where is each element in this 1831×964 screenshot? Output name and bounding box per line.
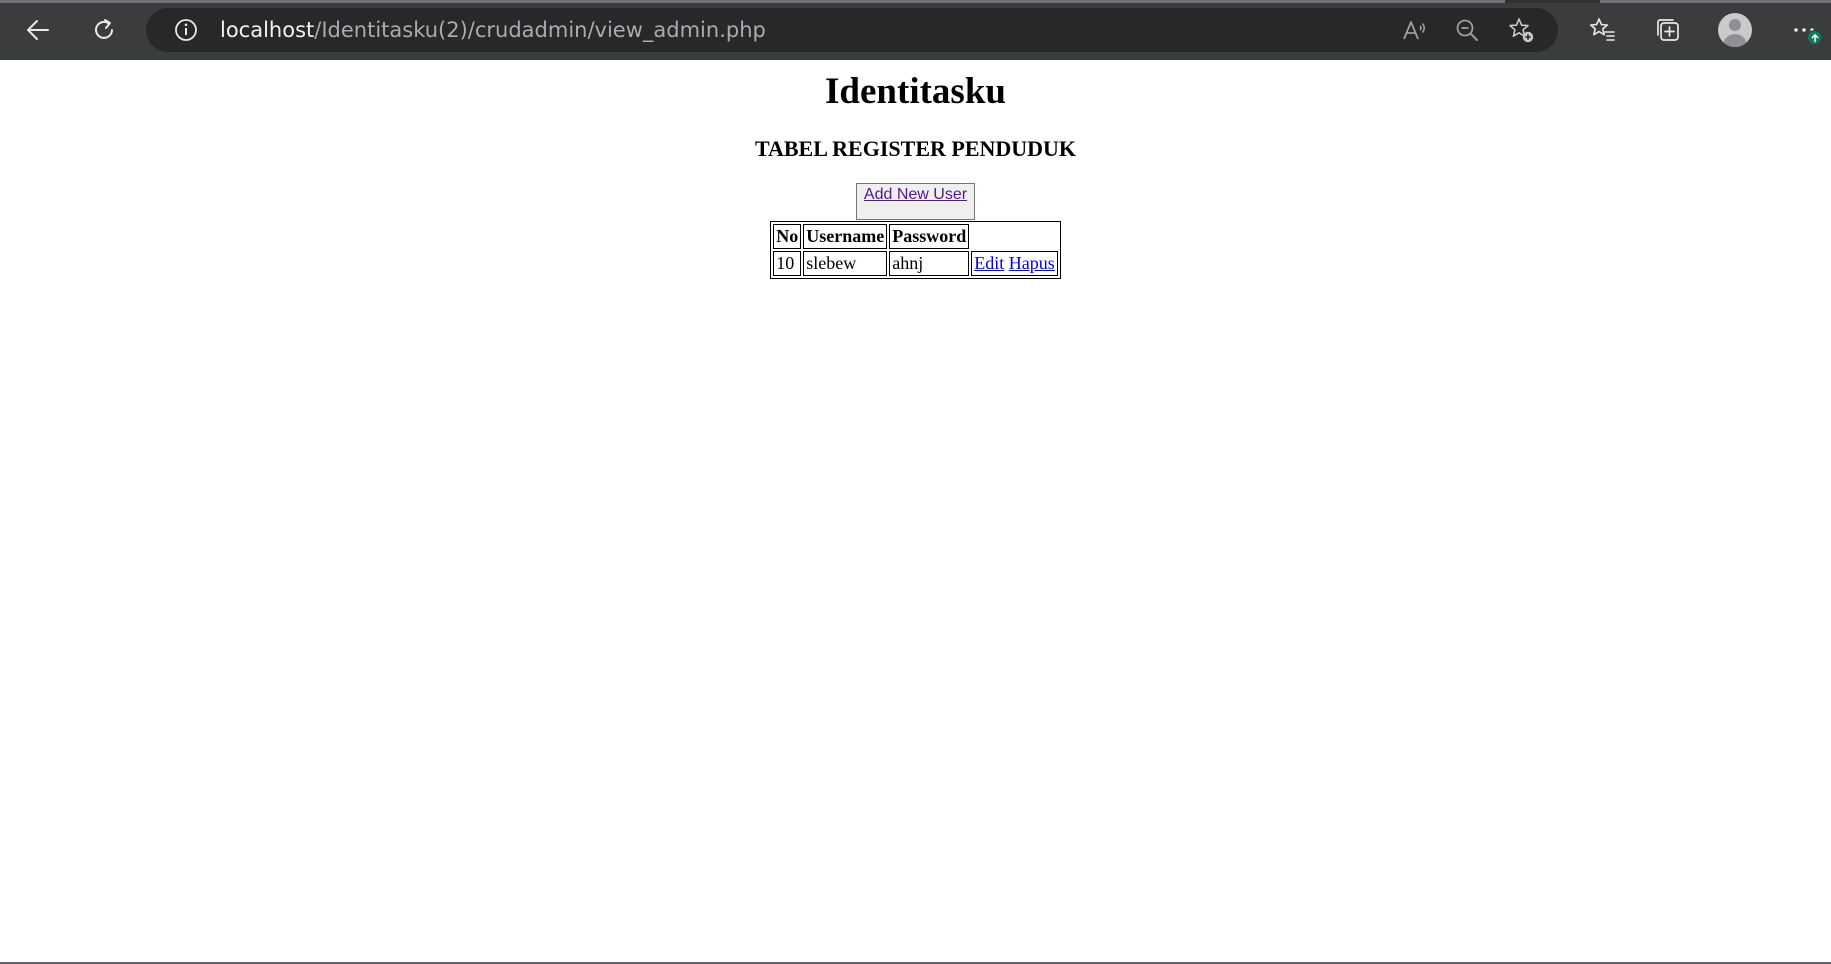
read-aloud-icon <box>1403 21 1426 40</box>
refresh-button[interactable] <box>84 10 124 50</box>
users-table: No Username Password 10 slebew ahnj Edit… <box>770 220 1061 279</box>
add-new-user-button[interactable]: Add New User <box>855 182 976 220</box>
cell-username: slebew <box>803 250 888 276</box>
read-aloud-button[interactable] <box>1400 16 1430 44</box>
table-row: 10 slebew ahnj Edit Hapus <box>773 250 1058 276</box>
delete-link[interactable]: Hapus <box>1009 253 1055 273</box>
back-icon <box>27 20 49 40</box>
url-text[interactable]: localhost/Identitasku(2)/crudadmin/view_… <box>220 8 766 52</box>
profile-avatar[interactable] <box>1718 13 1752 47</box>
cell-no: 10 <box>773 250 802 276</box>
column-header-actions <box>971 224 1058 249</box>
favorites-icon <box>1589 18 1615 41</box>
add-new-user-link[interactable]: Add New User <box>864 186 967 203</box>
refresh-icon <box>95 19 113 39</box>
site-info-button[interactable] <box>172 16 200 44</box>
zoom-out-icon <box>1456 19 1478 41</box>
url-path: /Identitasku(2)/crudadmin/view_admin.php <box>314 18 766 42</box>
add-favorite-button[interactable] <box>1506 16 1536 44</box>
tab-strip <box>0 0 1831 3</box>
url-host: localhost <box>220 18 315 42</box>
browser-toolbar: localhost/Identitasku(2)/crudadmin/view_… <box>0 0 1831 60</box>
update-available-icon[interactable] <box>1807 30 1822 45</box>
collections-icon <box>1657 19 1679 41</box>
edit-link[interactable]: Edit <box>974 253 1004 273</box>
cell-actions: Edit Hapus <box>971 250 1058 276</box>
address-bar[interactable]: localhost/Identitasku(2)/crudadmin/view_… <box>146 8 1558 52</box>
zoom-out-button[interactable] <box>1452 16 1482 44</box>
cell-password: ahnj <box>889 250 970 276</box>
table-header-row: No Username Password <box>773 223 1058 249</box>
site-info-icon <box>175 19 197 41</box>
column-header-no: No <box>773 223 802 249</box>
add-favorite-icon <box>1509 18 1534 43</box>
page-content: Identitasku TABEL REGISTER PENDUDUK Add … <box>0 60 1831 962</box>
column-header-username: Username <box>803 223 888 249</box>
page-title: Identitasku <box>825 71 1006 112</box>
favorites-button[interactable] <box>1582 10 1622 50</box>
back-button[interactable] <box>18 10 58 50</box>
collections-button[interactable] <box>1648 10 1688 50</box>
column-header-password: Password <box>889 223 970 249</box>
page-subtitle: TABEL REGISTER PENDUDUK <box>754 136 1077 162</box>
